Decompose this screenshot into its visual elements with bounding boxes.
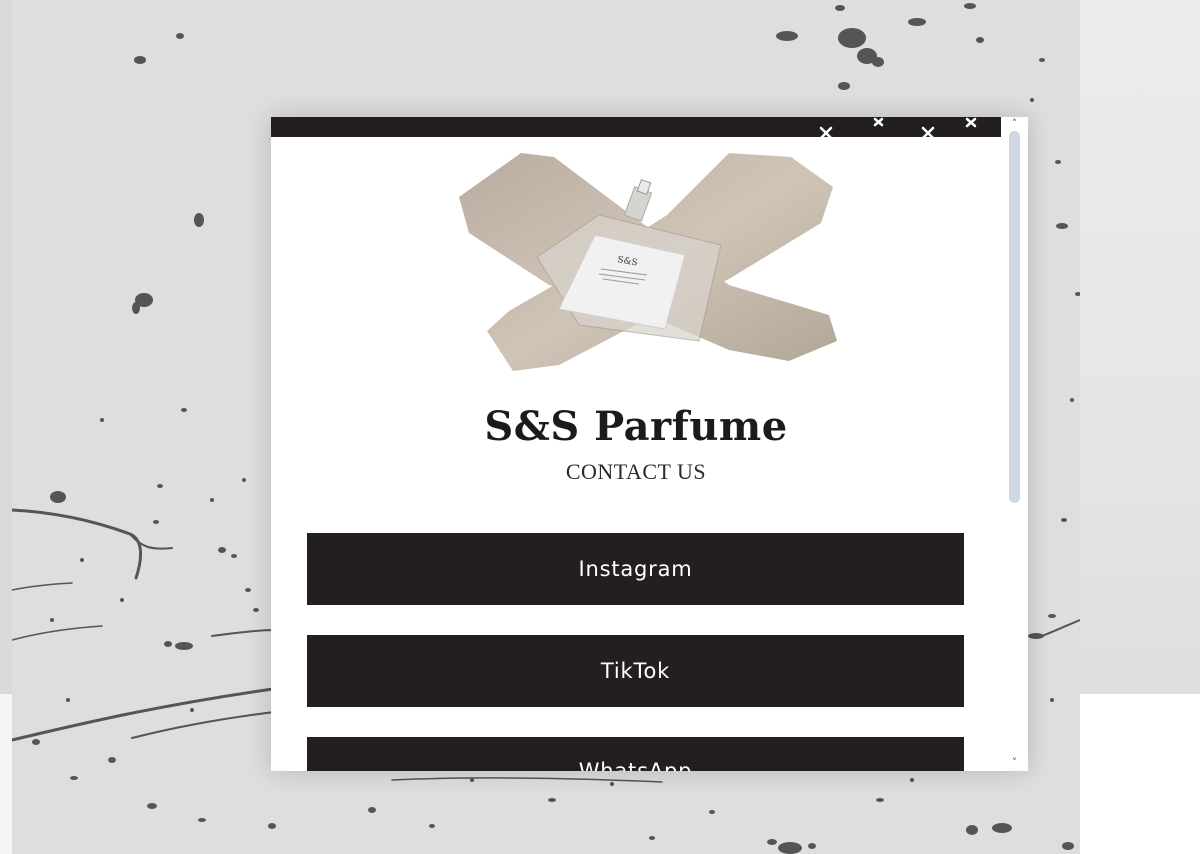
whatsapp-button[interactable]: WhatsApp bbox=[307, 737, 964, 771]
modal-scrollbar[interactable]: ˄ ˅ bbox=[1001, 117, 1028, 771]
hero-perfume-image: S&S bbox=[429, 145, 845, 373]
backdrop-left bbox=[0, 0, 12, 694]
tiktok-button[interactable]: TikTok bbox=[307, 635, 964, 707]
contact-us-heading: CONTACT US bbox=[565, 459, 707, 484]
backdrop-right bbox=[1080, 0, 1200, 694]
page-title: S&S Parfume bbox=[484, 403, 788, 450]
modal-top-bar bbox=[271, 117, 1001, 139]
chevron-down-icon[interactable]: ˅ bbox=[1007, 757, 1022, 769]
backdrop-right-bottom bbox=[1080, 694, 1200, 854]
contact-modal: S&S S&S Parfume CONTACT US Instagram Tik… bbox=[271, 117, 1028, 771]
scrollbar-thumb[interactable] bbox=[1009, 131, 1020, 503]
chevron-up-icon[interactable]: ˄ bbox=[1007, 118, 1022, 130]
instagram-button[interactable]: Instagram bbox=[307, 533, 964, 605]
stars-decoration bbox=[271, 117, 1001, 139]
